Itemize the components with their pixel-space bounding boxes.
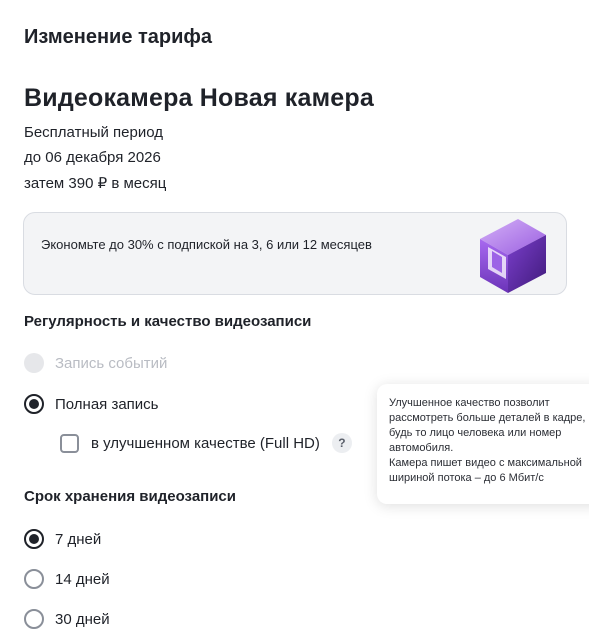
radio-event-recording: Запись событий [24,353,167,373]
radio-label: 30 дней [55,610,110,628]
radio-full-recording[interactable]: Полная запись [24,394,159,414]
price-after-period: затем 390 ₽ в месяц [24,175,167,192]
radio-button[interactable] [24,394,44,414]
cube-icon [466,213,552,300]
tooltip-line: рассмотреть больше деталей в кадре, [389,412,586,424]
radio-button[interactable] [24,609,44,629]
radio-storage-14-days[interactable]: 14 дней [24,569,110,589]
page-title: Изменение тарифа [24,26,213,48]
help-icon[interactable]: ? [331,433,352,453]
tooltip-line: Улучшенное качество позволит [389,397,550,409]
camera-name: Видеокамера Новая камера [24,84,374,112]
radio-label: Запись событий [55,354,168,372]
recording-section-title: Регулярность и качество видеозаписи [24,313,312,330]
radio-button [24,353,44,373]
radio-storage-7-days[interactable]: 7 дней [24,529,101,549]
radio-button[interactable] [24,529,44,549]
free-period-date: до 06 декабря 2026 [24,149,161,166]
promo-text: Экономьте до 30% с подпиской на 3, 6 или… [41,237,372,252]
free-period-label: Бесплатный период [24,124,164,141]
tooltip-line: автомобиля. [389,442,454,454]
radio-label: 14 дней [55,570,110,588]
hd-quality-label: в улучшенном качестве (Full HD) [91,434,320,452]
tooltip-line: будь то лицо человека или номер [389,427,562,439]
hd-quality-option[interactable]: в улучшенном качестве (Full HD) ? [60,433,352,453]
radio-label: Полная запись [55,395,159,413]
radio-storage-30-days[interactable]: 30 дней [24,609,110,629]
tooltip-line: Камера пишет видео с максимальной [389,457,582,469]
hd-quality-tooltip: Улучшенное качество позволит рассмотреть… [377,384,589,504]
subscription-promo-banner[interactable]: Экономьте до 30% с подпиской на 3, 6 или… [23,212,567,295]
storage-section-title: Срок хранения видеозаписи [24,488,236,505]
tooltip-line: шириной потока – до 6 Мбит/с [389,472,544,484]
hd-quality-checkbox[interactable] [60,433,79,453]
radio-label: 7 дней [55,530,102,548]
radio-button[interactable] [24,569,44,589]
